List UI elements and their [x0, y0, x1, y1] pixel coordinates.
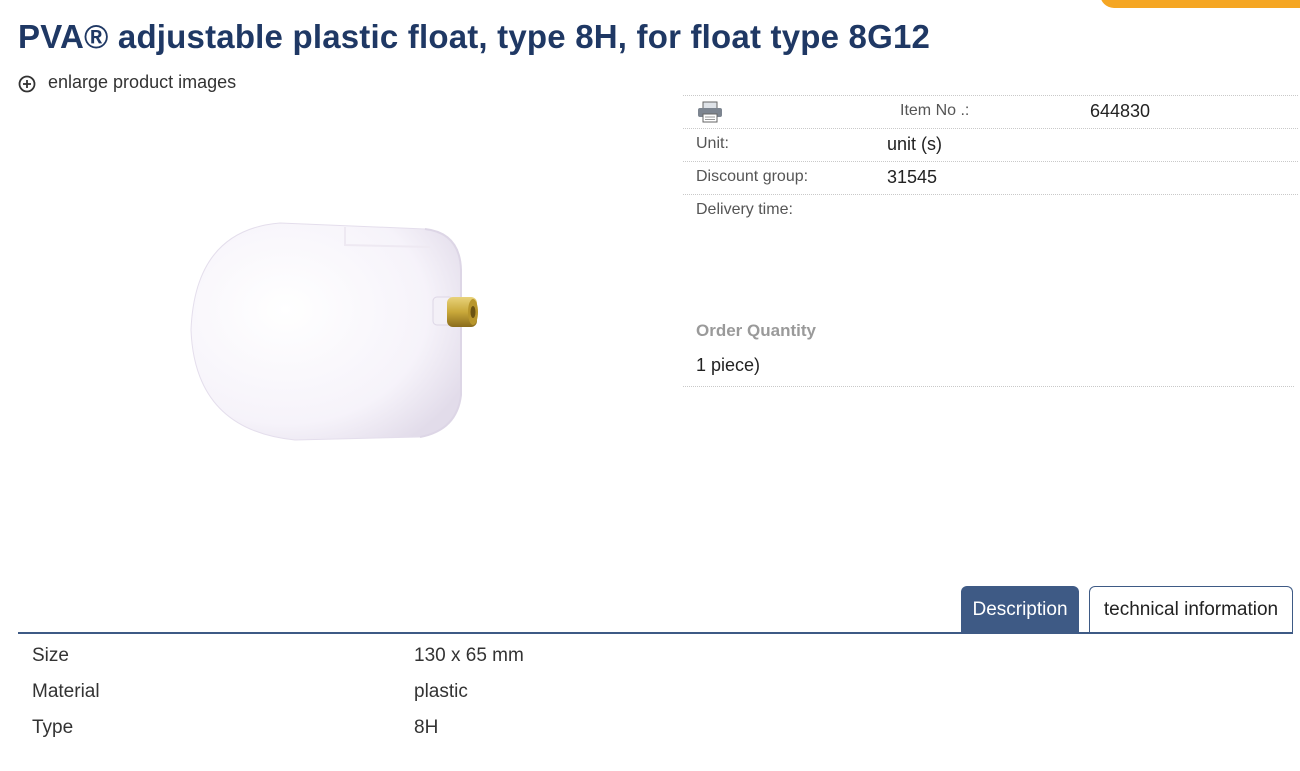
- enlarge-images-link[interactable]: enlarge product images: [18, 72, 236, 93]
- item-number-row: Item No .: 644830: [683, 95, 1298, 128]
- tab-underline: [18, 632, 1293, 634]
- spec-value: 130 x 65 mm: [414, 645, 524, 666]
- discount-group-row: Discount group: 31545: [683, 161, 1298, 194]
- table-row: Type 8H: [32, 714, 932, 750]
- discount-group-value: 31545: [887, 167, 938, 187]
- unit-value: unit (s): [887, 134, 943, 154]
- delivery-time-label: Delivery time:: [696, 201, 793, 218]
- spec-name: Material: [32, 681, 100, 702]
- delivery-order-block: Delivery time: Order Quantity 1 piece): [683, 194, 1298, 386]
- item-number-label: Item No .:: [900, 102, 970, 119]
- info-tabs: Description technical information: [961, 586, 1293, 633]
- tab-description[interactable]: Description: [961, 586, 1079, 633]
- product-image[interactable]: [185, 215, 485, 445]
- discount-group-label: Discount group:: [696, 168, 809, 185]
- header-accent-tab[interactable]: [1100, 0, 1300, 8]
- details-divider: [683, 386, 1294, 387]
- plus-circle-icon: [18, 75, 36, 93]
- unit-label: Unit:: [696, 135, 729, 152]
- unit-row: Unit: unit (s): [683, 128, 1298, 161]
- order-quantity-label: Order Quantity: [696, 321, 816, 340]
- table-row: Size 130 x 65 mm: [32, 642, 932, 678]
- spec-table: Size 130 x 65 mm Material plastic Type 8…: [32, 642, 932, 750]
- item-number-value: 644830: [1090, 101, 1151, 121]
- order-quantity-value: 1 piece): [696, 355, 761, 375]
- product-details: Item No .: 644830 Unit: unit (s) Discoun…: [683, 95, 1298, 387]
- printer-icon[interactable]: [696, 101, 724, 123]
- enlarge-images-label: enlarge product images: [48, 72, 237, 92]
- spec-value: 8H: [414, 717, 439, 738]
- spec-value: plastic: [414, 681, 468, 702]
- spec-name: Size: [32, 645, 69, 666]
- tab-technical-information[interactable]: technical information: [1089, 586, 1293, 633]
- table-row: Material plastic: [32, 678, 932, 714]
- spec-name: Type: [32, 717, 74, 738]
- page-title: PVA® adjustable plastic float, type 8H, …: [18, 18, 931, 55]
- product-page: PVA® adjustable plastic float, type 8H, …: [0, 0, 1300, 771]
